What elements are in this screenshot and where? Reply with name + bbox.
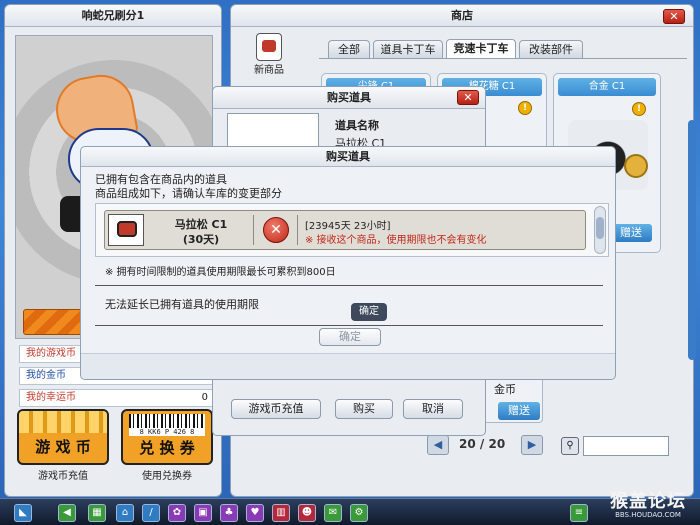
buy-dialog-close-button[interactable]: ✕ bbox=[457, 90, 479, 105]
coupon-caption: 使用兑换券 bbox=[142, 471, 192, 482]
divider bbox=[95, 285, 603, 286]
barcode-icon: 8 KK6 P 426 8 bbox=[129, 414, 205, 436]
ok-button[interactable]: 确定 bbox=[319, 328, 381, 346]
recharge-button-label: 游 戏 币 bbox=[35, 438, 91, 456]
dialog-footer bbox=[81, 353, 615, 379]
coupon-button[interactable]: 8 KK6 P 426 8 兑 换 券 bbox=[121, 409, 213, 465]
ok-tooltip: 确定 bbox=[351, 303, 387, 321]
shop-title: 商店 bbox=[231, 5, 693, 27]
warning-text: ※ 接收这个商品，使用期限也不会有变化 bbox=[305, 235, 487, 246]
game-coin-label: 我的游戏币 bbox=[26, 348, 76, 359]
row-divider bbox=[253, 215, 254, 245]
product-name: 合金 C1 bbox=[558, 78, 656, 96]
price-label: 金币 bbox=[494, 383, 516, 396]
page-current: 20 bbox=[459, 437, 476, 451]
watermark-text: 猴盖论坛 bbox=[610, 491, 686, 512]
product-kart-wheels bbox=[624, 154, 648, 178]
confirm-dialog: 购买道具 已拥有包含在商品内的道具 商品组成如下，请确认车库的变更部分 马拉松 … bbox=[80, 146, 616, 380]
taskbar: ◣ ◀ ▦ ⌂ / ✿ ▣ ♣ ♥ ▥ ☻ ✉ ⚙ ≡ 猴盖论坛 BBS.HOU… bbox=[0, 491, 700, 525]
info-icon[interactable]: ! bbox=[518, 101, 532, 115]
gift-button[interactable]: 赠送 bbox=[610, 224, 652, 242]
item-row-name: 马拉松 C1 bbox=[174, 218, 228, 231]
gift-icon[interactable]: ✿ bbox=[168, 504, 186, 522]
buy-recharge-button[interactable]: 游戏币充值 bbox=[231, 399, 321, 419]
new-items-label: 新商品 bbox=[254, 65, 284, 76]
box-icon[interactable]: ▣ bbox=[194, 504, 212, 522]
tool-icon[interactable]: / bbox=[142, 504, 160, 522]
item-kart-icon bbox=[108, 214, 144, 246]
barcode-number: 8 KK6 P 426 8 bbox=[129, 428, 205, 436]
item-name-header: 道具名称 bbox=[335, 119, 379, 132]
page-indicator: 20 / 20 bbox=[459, 437, 505, 451]
new-item-kart-icon bbox=[256, 33, 282, 61]
prev-page-button[interactable]: ◀ bbox=[427, 435, 449, 455]
shop-close-button[interactable]: ✕ bbox=[663, 9, 685, 24]
extend-message: 无法延长已拥有道具的使用期限 bbox=[105, 298, 259, 311]
settings-icon[interactable]: ⚙ bbox=[350, 504, 368, 522]
window-scrollbar[interactable] bbox=[688, 120, 696, 360]
gift-button[interactable]: 赠送 bbox=[498, 402, 540, 420]
buy-confirm-button[interactable]: 购买 bbox=[335, 399, 393, 419]
page-separator: / bbox=[479, 437, 485, 451]
tab-underline bbox=[319, 58, 687, 59]
book-icon[interactable]: ▥ bbox=[272, 504, 290, 522]
start-icon[interactable]: ◣ bbox=[14, 504, 32, 522]
shop-icon[interactable]: ▦ bbox=[88, 504, 106, 522]
info-icon[interactable]: ! bbox=[632, 102, 646, 116]
next-page-button[interactable]: ▶ bbox=[521, 435, 543, 455]
item-row-duration: (30天) bbox=[182, 233, 220, 246]
forum-watermark: 猴盖论坛 BBS.HOUDAO.COM bbox=[600, 487, 696, 519]
list-icon[interactable]: ≡ bbox=[570, 504, 588, 522]
garage-icon[interactable]: ⌂ bbox=[116, 504, 134, 522]
coin-stack-icon bbox=[19, 411, 107, 433]
chat-icon[interactable]: ✉ bbox=[324, 504, 342, 522]
item-row: 马拉松 C1 (30天) ✕ [23945天 23小时] ※ 接收这个商品，使用… bbox=[104, 210, 586, 250]
tab-all[interactable]: 全部 bbox=[328, 40, 370, 58]
new-items-button[interactable]: 新商品 bbox=[247, 33, 291, 77]
search-input[interactable] bbox=[583, 436, 669, 456]
character-panel-title: 响蛇兄刷分1 bbox=[5, 5, 221, 27]
buy-cancel-button[interactable]: 取消 bbox=[403, 399, 463, 419]
divider bbox=[95, 325, 603, 326]
confirm-dialog-title: 购买道具 bbox=[81, 147, 615, 167]
coupon-button-label: 兑 换 券 bbox=[139, 439, 195, 457]
buy-dialog-title: 购买道具 bbox=[213, 87, 485, 109]
back-icon[interactable]: ◀ bbox=[58, 504, 76, 522]
lucky-coin-row: 我的幸运币 0 bbox=[19, 389, 215, 407]
lucky-coin-label: 我的幸运币 bbox=[26, 392, 76, 403]
list-scrollbar[interactable] bbox=[594, 206, 606, 254]
item-list-box: 马拉松 C1 (30天) ✕ [23945天 23小时] ※ 接收这个商品，使用… bbox=[95, 203, 609, 257]
confirm-line-2: 商品组成如下，请确认车库的变更部分 bbox=[95, 187, 282, 200]
game-coin-recharge-button[interactable]: 游 戏 币 bbox=[17, 409, 109, 465]
friends-icon[interactable]: ☻ bbox=[298, 504, 316, 522]
scrollbar-thumb[interactable] bbox=[596, 217, 604, 239]
page-total: 20 bbox=[488, 437, 506, 451]
heart-icon[interactable]: ♥ bbox=[246, 504, 264, 522]
error-x-icon: ✕ bbox=[263, 217, 289, 243]
tab-item-kart[interactable]: 道具卡丁车 bbox=[373, 40, 443, 58]
tab-tuning-parts[interactable]: 改装部件 bbox=[519, 40, 583, 58]
lucky-coin-value: 0 bbox=[201, 392, 208, 403]
medal-icon[interactable]: ♣ bbox=[220, 504, 238, 522]
limit-note: ※ 拥有时间限制的道具使用期限最长可累积到800日 bbox=[105, 267, 336, 278]
game-coin-recharge-caption: 游戏币充值 bbox=[38, 471, 88, 482]
remaining-time: [23945天 23小时] bbox=[305, 221, 391, 232]
gold-coin-label: 我的金币 bbox=[26, 370, 66, 381]
search-icon[interactable]: ⚲ bbox=[561, 437, 579, 455]
row-divider bbox=[297, 215, 298, 245]
tab-racing-kart[interactable]: 竞速卡丁车 bbox=[446, 39, 516, 58]
